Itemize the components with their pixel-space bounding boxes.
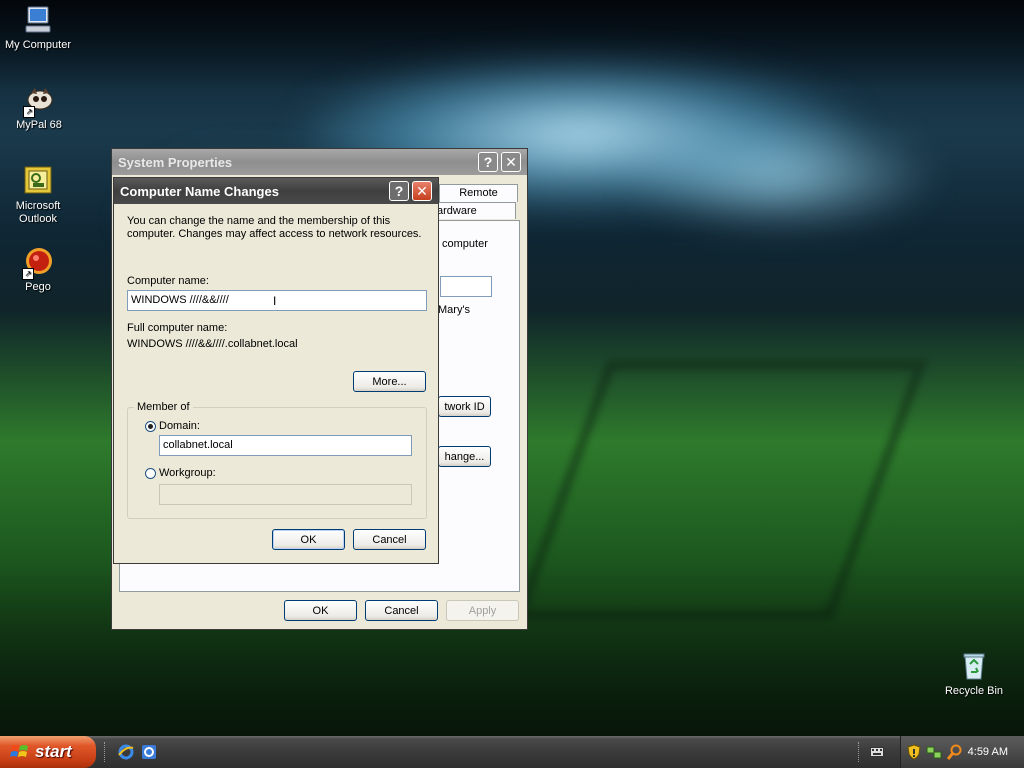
workgroup-radio[interactable] [145,468,156,479]
wallpaper-cloud [620,120,940,230]
description-text: computer. Changes may affect access to n… [127,228,422,240]
member-of-groupbox: Member of Domain: collabnet.local Workgr… [127,401,427,519]
change-button[interactable]: hange... [438,446,491,467]
desktop-icon-label: Recycle Bin [944,685,1004,697]
computer-name-label: Computer name: [127,275,209,287]
search-icon[interactable] [947,744,963,760]
desktop-icon-label: MyPal 68 [16,119,62,131]
computer-name-value: WINDOWS ////&&//// [131,294,229,306]
taskbar-grip [858,742,863,762]
tab-remote[interactable]: Remote [439,184,518,202]
my-computer-icon [25,6,51,33]
tab-label: ardware [437,205,477,217]
button-label: OK [300,533,317,546]
desktop-icon-label: My Computer [4,39,72,51]
security-shield-icon[interactable] [907,744,921,760]
ok-button[interactable]: OK [284,600,357,621]
close-icon: ✕ [505,153,517,170]
desktop-icon-outlook[interactable]: Microsoft Outlook [0,165,78,226]
close-icon: ✕ [416,182,428,199]
partial-text: computer [442,238,488,250]
network-id-button[interactable]: twork ID [438,396,491,417]
button-label: Cancel [384,604,419,617]
desktop-icon-recycle-bin[interactable]: Recycle Bin [934,650,1014,698]
button-label: More... [372,375,407,388]
internet-explorer-icon[interactable] [118,744,134,760]
desktop-icon-label: Pego [25,281,51,293]
computer-name-changes-dialog: Computer Name Changes ? ✕ You can change… [113,177,439,564]
tab-hardware[interactable]: ardware [432,202,516,219]
button-label: Apply [468,604,497,617]
workgroup-label: Workgroup: [159,467,216,479]
tab-label: Remote [459,187,498,199]
start-label: start [35,742,72,761]
keyboard-icon[interactable] [870,746,884,758]
browser-icon[interactable] [141,744,157,760]
system-tray: 4:59 AM [900,736,1024,768]
system-properties-titlebar[interactable]: System Properties ? ✕ [112,149,527,175]
help-icon: ? [483,154,493,170]
computer-name-changes-titlebar[interactable]: Computer Name Changes ? ✕ [114,178,438,204]
help-button[interactable]: ? [389,181,409,201]
outlook-icon [24,166,52,194]
desktop-icon-label: Outlook [19,213,57,225]
window-title: System Properties [118,154,233,170]
desktop-icon-pego[interactable]: ↗ Pego [0,246,78,294]
taskbar: start 4:59 AM [0,736,1024,768]
help-icon: ? [394,183,404,199]
full-computer-name-label: Full computer name: [127,322,228,334]
button-label: hange... [444,450,485,463]
domain-input[interactable]: collabnet.local [159,435,412,456]
button-label: twork ID [444,400,485,413]
partial-text: Mary's [438,304,471,316]
apply-button[interactable]: Apply [446,600,519,621]
text-cursor-icon: I [273,294,277,308]
full-computer-name-value: WINDOWS ////&&////.collabnet.local [127,338,298,350]
workgroup-input[interactable] [159,484,412,505]
close-button[interactable]: ✕ [501,152,521,172]
ok-button[interactable]: OK [272,529,345,550]
domain-label: Domain: [159,420,200,432]
desktop-icon-my-computer[interactable]: My Computer [0,4,78,52]
member-of-label: Member of [134,401,193,413]
network-icon[interactable] [926,744,942,760]
recycle-bin-icon [963,653,985,680]
cancel-button[interactable]: Cancel [353,529,426,550]
cancel-button[interactable]: Cancel [365,600,438,621]
computer-description-field[interactable] [440,276,492,297]
quick-launch-grip [104,742,109,762]
shortcut-arrow-icon: ↗ [22,268,34,280]
desktop-icon-label: Microsoft [15,200,61,212]
close-button[interactable]: ✕ [412,181,432,201]
more-button[interactable]: More... [353,371,426,392]
button-label: Cancel [372,533,407,546]
description-text: You can change the name and the membersh… [127,215,391,227]
shortcut-arrow-icon: ↗ [23,106,35,118]
clock[interactable]: 4:59 AM [968,746,1008,758]
start-button[interactable]: start [0,736,96,768]
windows-logo-icon [10,745,28,757]
computer-name-input[interactable]: WINDOWS ////&&//// I [127,290,427,311]
domain-value: collabnet.local [163,439,233,451]
desktop-icon-mypal[interactable]: ↗ MyPal 68 [0,84,79,132]
window-title: Computer Name Changes [120,183,279,199]
help-button[interactable]: ? [478,152,498,172]
button-label: OK [312,604,329,617]
domain-radio[interactable] [145,421,156,432]
